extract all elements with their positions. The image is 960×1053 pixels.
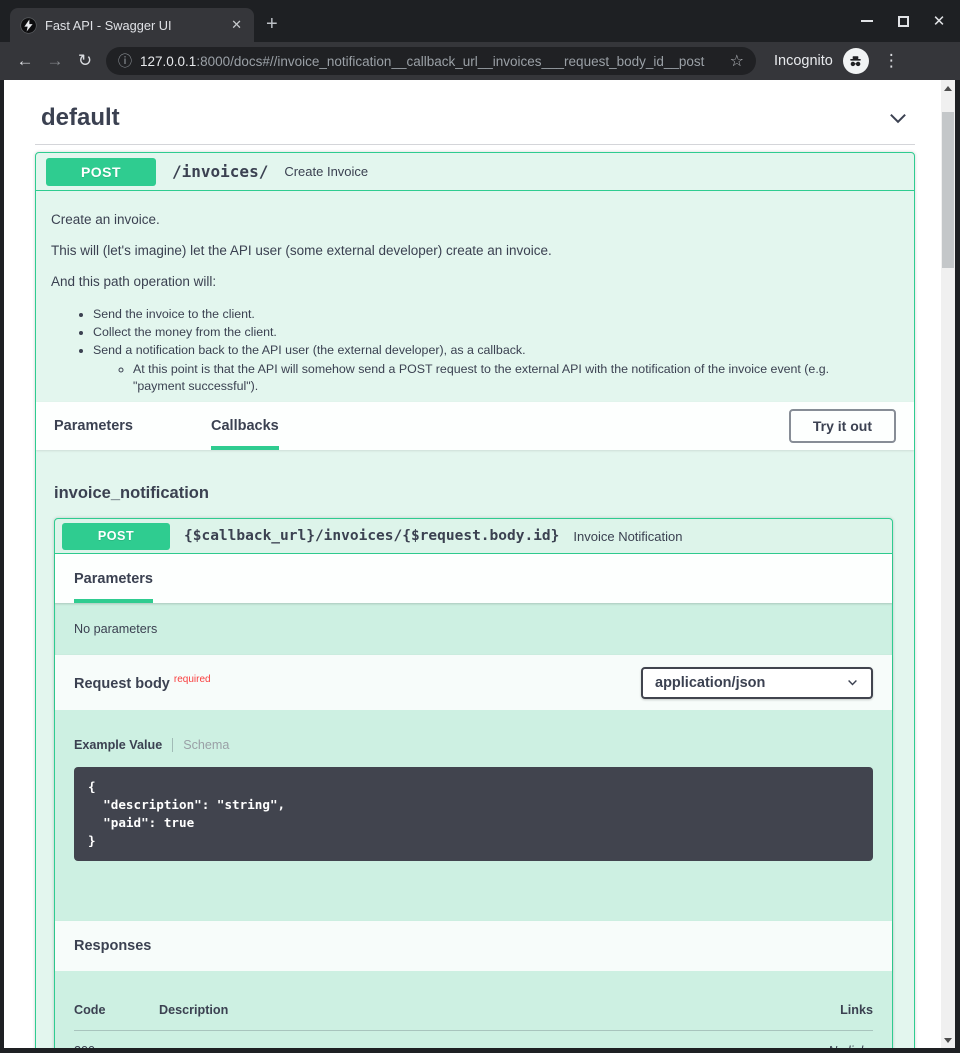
section-title: default — [41, 104, 120, 132]
address-bar[interactable]: ⓘ 127.0.0.1:8000/docs#//invoice_notifica… — [106, 47, 756, 75]
page-scrollbar[interactable] — [941, 80, 955, 1048]
bullet-item: Send a notification back to the API user… — [93, 342, 899, 395]
responses-header: Responses — [55, 921, 892, 971]
tab-schema[interactable]: Schema — [183, 738, 229, 752]
callback-tab-parameters[interactable]: Parameters — [74, 554, 153, 603]
http-method-badge: POST — [46, 158, 156, 186]
reload-button[interactable]: ↻ — [70, 51, 100, 71]
description-paragraph: And this path operation will: — [51, 273, 899, 292]
url-text: 127.0.0.1:8000/docs#//invoice_notificati… — [140, 54, 722, 69]
tab-callbacks[interactable]: Callbacks — [211, 402, 279, 450]
responses-title: Responses — [74, 938, 151, 954]
response-links: No links — [753, 1044, 873, 1048]
browser-menu-icon[interactable]: ⋮ — [883, 51, 900, 71]
operation-block: POST /invoices/ Create Invoice Create an… — [35, 152, 915, 1048]
operation-tab-bar: Parameters Callbacks Try it out — [36, 402, 914, 450]
required-badge: required — [174, 674, 211, 685]
example-code-block[interactable]: { "description": "string", "paid": true … — [74, 767, 873, 861]
forward-button[interactable]: → — [40, 51, 70, 71]
scrollbar-up-arrow[interactable] — [941, 80, 955, 96]
callback-path: {$callback_url}/invoices/{$request.body.… — [184, 528, 559, 544]
tab-title: Fast API - Swagger UI — [45, 18, 221, 33]
operation-description: Create an invoice. This will (let's imag… — [36, 191, 914, 402]
new-tab-button[interactable]: + — [266, 14, 278, 34]
response-row: 200 Successful Response No links — [74, 1031, 873, 1048]
description-bullet-list: Send the invoice to the client. Collect … — [93, 306, 899, 396]
browser-tab-strip: Fast API - Swagger UI ✕ + ✕ — [0, 0, 960, 42]
callback-tab-bar: Parameters — [55, 554, 892, 603]
request-body-label: Request body required — [74, 674, 211, 692]
try-it-out-button[interactable]: Try it out — [789, 409, 896, 443]
select-chevron-down-icon — [846, 676, 859, 689]
description-paragraph: Create an invoice. — [51, 211, 899, 230]
section-collapse-chevron-down-icon[interactable] — [887, 107, 909, 129]
tab-example-value[interactable]: Example Value — [74, 738, 162, 752]
response-code: 200 — [74, 1044, 159, 1048]
site-info-icon[interactable]: ⓘ — [118, 51, 132, 71]
operation-path: /invoices/ — [172, 162, 268, 181]
header-description: Description — [159, 1003, 753, 1017]
header-code: Code — [74, 1003, 159, 1017]
no-parameters-message: No parameters — [55, 603, 892, 655]
browser-toolbar: ← → ↻ ⓘ 127.0.0.1:8000/docs#//invoice_no… — [0, 42, 960, 80]
operation-summary-text: Create Invoice — [284, 164, 368, 179]
url-path: :8000/docs#//invoice_notification__callb… — [196, 54, 704, 69]
tab-close-icon[interactable]: ✕ — [229, 17, 244, 33]
responses-table: Code Description Links 200 Successful Re… — [55, 971, 892, 1048]
callback-http-method-badge: POST — [62, 523, 170, 550]
callback-name: invoice_notification — [54, 484, 914, 503]
callback-summary-text: Invoice Notification — [573, 529, 682, 544]
window-maximize-button[interactable] — [896, 14, 910, 28]
content-type-value: application/json — [655, 675, 765, 691]
sub-bullet-item: At this point is that the API will someh… — [133, 361, 868, 396]
bullet-item-text: Send a notification back to the API user… — [93, 343, 526, 357]
operation-summary[interactable]: POST /invoices/ Create Invoice — [36, 153, 914, 191]
example-section: Example Value Schema { "description": "s… — [55, 710, 892, 921]
scrollbar-thumb[interactable] — [942, 112, 954, 268]
window-minimize-button[interactable] — [860, 14, 874, 28]
bullet-item: Send the invoice to the client. — [93, 306, 899, 323]
browser-tab[interactable]: Fast API - Swagger UI ✕ — [10, 8, 254, 42]
window-close-button[interactable]: ✕ — [932, 14, 946, 28]
page-content: default POST /invoices/ Create Invoice C… — [4, 80, 941, 1048]
header-links: Links — [753, 1003, 873, 1017]
callback-operation-block: POST {$callback_url}/invoices/{$request.… — [54, 518, 893, 1048]
content-type-select[interactable]: application/json — [641, 667, 873, 699]
back-button[interactable]: ← — [10, 51, 40, 71]
description-paragraph: This will (let's imagine) let the API us… — [51, 242, 899, 261]
section-divider — [35, 144, 915, 145]
responses-table-header-row: Code Description Links — [74, 1003, 873, 1031]
request-body-label-text: Request body — [74, 676, 170, 692]
incognito-icon — [843, 48, 869, 74]
example-tab-separator — [172, 738, 173, 752]
scrollbar-down-arrow[interactable] — [941, 1032, 955, 1048]
url-host: 127.0.0.1 — [140, 54, 196, 69]
tab-parameters[interactable]: Parameters — [54, 402, 133, 450]
incognito-label: Incognito — [774, 53, 833, 69]
callback-summary[interactable]: POST {$callback_url}/invoices/{$request.… — [55, 519, 892, 554]
bullet-item: Collect the money from the client. — [93, 324, 899, 341]
fastapi-favicon-icon — [20, 17, 37, 34]
bookmark-star-icon[interactable]: ☆ — [730, 51, 744, 71]
request-body-header: Request body required application/json — [55, 655, 892, 710]
